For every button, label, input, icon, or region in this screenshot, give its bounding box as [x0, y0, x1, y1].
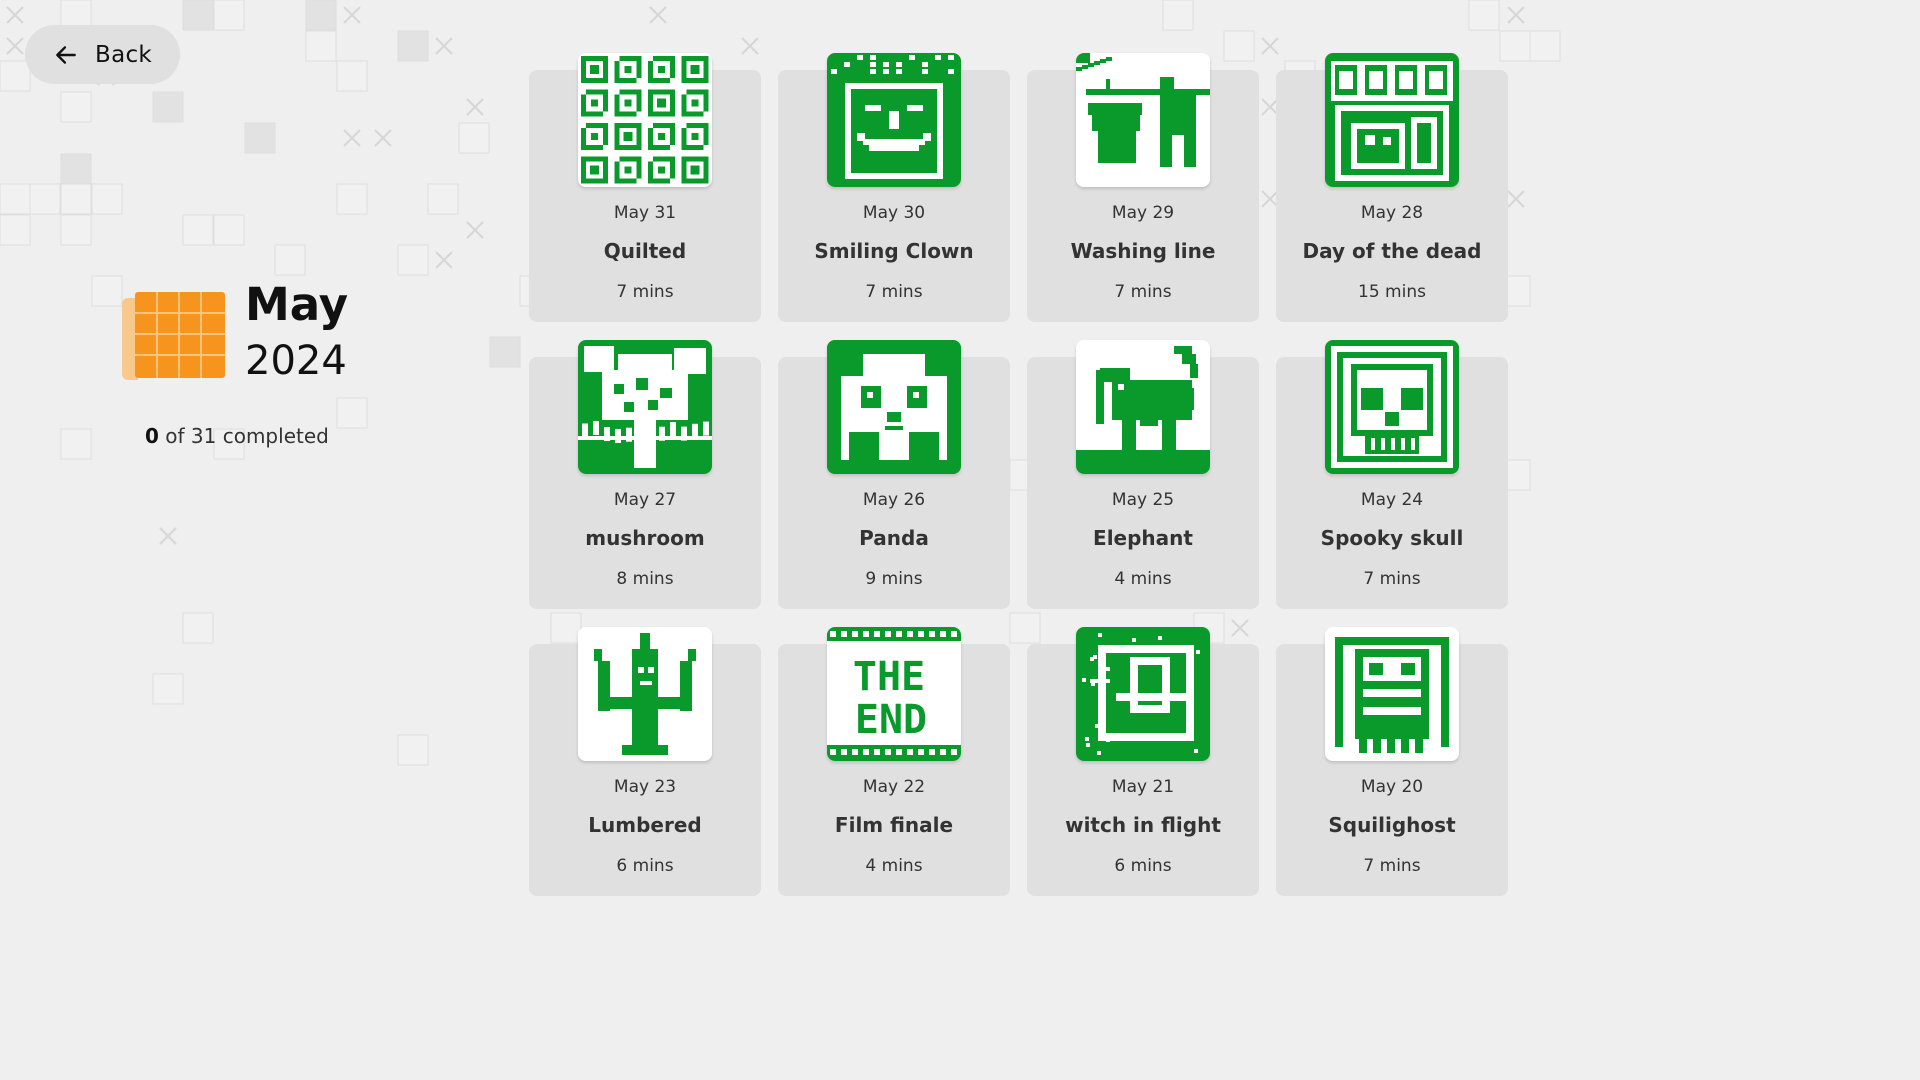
puzzle-name: Squilighost	[1328, 813, 1456, 837]
puzzle-name: Smiling Clown	[814, 239, 974, 263]
skull-pixel-art	[1325, 340, 1459, 474]
month-title: May	[245, 278, 349, 331]
puzzle-card[interactable]: THE END May 22 Film finale 4 mins	[778, 626, 1010, 896]
puzzle-name: Lumbered	[588, 813, 702, 837]
puzzle-duration: 6 mins	[1114, 856, 1172, 876]
puzzle-name: Quilted	[603, 239, 687, 263]
squilighost-pixel-art	[1325, 627, 1459, 761]
puzzle-duration: 7 mins	[1114, 282, 1172, 302]
puzzle-card[interactable]: May 31 Quilted 7 mins	[529, 52, 761, 322]
puzzle-date: May 25	[1111, 490, 1175, 510]
puzzle-date: May 24	[1360, 490, 1424, 510]
day-of-dead-pixel-art	[1325, 53, 1459, 187]
lumbered-pixel-art	[578, 627, 712, 761]
puzzle-date: May 31	[613, 203, 677, 223]
puzzle-date: May 29	[1111, 203, 1175, 223]
puzzle-duration: 8 mins	[616, 569, 674, 589]
svg-text:THE: THE	[853, 654, 925, 700]
year-title: 2024	[245, 338, 347, 384]
puzzle-duration: 7 mins	[616, 282, 674, 302]
quilted-pixel-art	[578, 53, 712, 187]
puzzle-thumbnail	[1325, 340, 1459, 474]
puzzle-name: Spooky skull	[1320, 526, 1464, 550]
puzzle-card[interactable]: May 21 witch in flight 6 mins	[1027, 626, 1259, 896]
completed-count: 0	[145, 424, 159, 448]
washing-line-pixel-art	[1076, 53, 1210, 187]
puzzle-card[interactable]: May 23 Lumbered 6 mins	[529, 626, 761, 896]
completion-status: 0 of 31 completed	[145, 424, 329, 448]
puzzle-name: mushroom	[585, 526, 705, 550]
puzzle-name: Film finale	[834, 813, 954, 837]
puzzle-duration: 7 mins	[865, 282, 923, 302]
puzzle-thumbnail	[1076, 53, 1210, 187]
puzzle-name: witch in flight	[1065, 813, 1221, 837]
completed-text: of 31 completed	[158, 424, 329, 448]
puzzle-thumbnail	[1325, 53, 1459, 187]
film-finale-pixel-art: THE END	[827, 627, 961, 761]
elephant-pixel-art	[1076, 340, 1210, 474]
back-label: Back	[95, 41, 153, 68]
puzzle-date: May 23	[613, 777, 677, 797]
puzzle-card[interactable]: May 24 Spooky skull 7 mins	[1276, 339, 1508, 609]
puzzle-card[interactable]: May 29 Washing line 7 mins	[1027, 52, 1259, 322]
puzzle-duration: 6 mins	[616, 856, 674, 876]
puzzle-name: Panda	[859, 526, 929, 550]
puzzle-thumbnail	[578, 627, 712, 761]
puzzle-date: May 28	[1360, 203, 1424, 223]
puzzle-thumbnail: THE END	[827, 627, 961, 761]
puzzle-duration: 15 mins	[1358, 282, 1426, 302]
puzzle-date: May 20	[1360, 777, 1424, 797]
puzzle-duration: 4 mins	[865, 856, 923, 876]
puzzle-thumbnail	[827, 340, 961, 474]
svg-text:END: END	[855, 697, 927, 743]
back-button[interactable]: Back	[25, 25, 180, 84]
calendar-icon	[122, 292, 225, 380]
puzzle-date: May 26	[862, 490, 926, 510]
witch-pixel-art	[1076, 627, 1210, 761]
panda-pixel-art	[827, 340, 961, 474]
puzzle-card[interactable]: May 30 Smiling Clown 7 mins	[778, 52, 1010, 322]
puzzle-name: Day of the dead	[1302, 239, 1482, 263]
puzzle-date: May 21	[1111, 777, 1175, 797]
puzzle-card[interactable]: May 20 Squilighost 7 mins	[1276, 626, 1508, 896]
puzzle-card[interactable]: May 26 Panda 9 mins	[778, 339, 1010, 609]
puzzle-duration: 7 mins	[1363, 569, 1421, 589]
puzzle-card[interactable]: May 28 Day of the dead 15 mins	[1276, 52, 1508, 322]
puzzle-thumbnail	[578, 53, 712, 187]
puzzle-thumbnail	[1325, 627, 1459, 761]
puzzle-name: Washing line	[1070, 239, 1216, 263]
puzzle-date: May 30	[862, 203, 926, 223]
puzzle-name: Elephant	[1093, 526, 1193, 550]
puzzle-thumbnail	[1076, 340, 1210, 474]
puzzle-grid: May 31 Quilted 7 mins May 30 Smiling Clo…	[529, 52, 1519, 896]
puzzle-card[interactable]: May 27 mushroom 8 mins	[529, 339, 761, 609]
puzzle-duration: 9 mins	[865, 569, 923, 589]
mushroom-pixel-art	[578, 340, 712, 474]
clown-pixel-art	[827, 53, 961, 187]
puzzle-date: May 22	[862, 777, 926, 797]
puzzle-thumbnail	[1076, 627, 1210, 761]
puzzle-date: May 27	[613, 490, 677, 510]
arrow-left-icon	[56, 45, 76, 64]
puzzle-duration: 4 mins	[1114, 569, 1172, 589]
puzzle-thumbnail	[578, 340, 712, 474]
puzzle-thumbnail	[827, 53, 961, 187]
puzzle-card[interactable]: May 25 Elephant 4 mins	[1027, 339, 1259, 609]
puzzle-duration: 7 mins	[1363, 856, 1421, 876]
